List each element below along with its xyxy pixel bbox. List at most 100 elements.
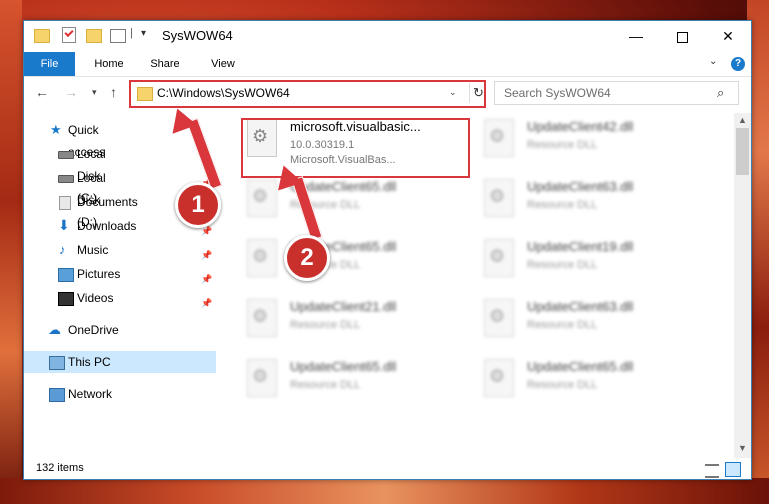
file-type: Resource DLL — [290, 319, 361, 331]
close-button[interactable]: ✕ — [705, 21, 751, 52]
annotation-marker-2: 2 — [284, 235, 330, 281]
file-name: UpdateClient42.dll — [527, 119, 634, 134]
sidebar-item-label: Documents — [77, 195, 138, 209]
file-type: Resource DLL — [290, 379, 361, 391]
navigation-pane: ★ Quick access Local Disk (C:) 📌 Local D… — [24, 113, 217, 458]
maximize-icon — [676, 31, 688, 43]
help-icon[interactable]: ? — [731, 57, 745, 71]
title-bar: | ▾ SysWOW64 — ✕ — [24, 21, 751, 52]
scroll-up-icon[interactable]: ▲ — [738, 115, 747, 125]
status-bar: 132 items — [24, 458, 751, 479]
file-tile[interactable]: UpdateClient63.dll Resource DLL — [478, 293, 703, 353]
recent-locations-icon[interactable]: ▾ — [92, 87, 97, 98]
sidebar-item-label: OneDrive — [68, 323, 119, 337]
maximize-button[interactable] — [659, 21, 705, 52]
file-tile[interactable]: UpdateClient65.dll Resource DLL — [478, 353, 703, 413]
dll-file-icon — [484, 179, 514, 217]
file-tile[interactable]: UpdateClient65.dll Resource DLL — [241, 353, 466, 413]
search-box[interactable]: Search SysWOW64 ⌕ — [494, 81, 739, 105]
pictures-icon — [58, 268, 74, 282]
back-arrow-icon[interactable]: ← — [35, 84, 49, 100]
wallpaper-left — [0, 0, 22, 504]
window-title: SysWOW64 — [162, 28, 233, 43]
file-type: Resource DLL — [527, 259, 598, 271]
details-view-icon[interactable] — [705, 464, 719, 478]
up-arrow-icon[interactable]: ↑ — [110, 84, 117, 100]
folder-icon — [137, 87, 153, 101]
address-bar[interactable]: C:\Windows\SysWOW64 ⌄ ↻ — [129, 80, 486, 108]
folder-icon — [34, 29, 50, 43]
separator-icon: | — [130, 27, 133, 39]
file-type: Resource DLL — [527, 379, 598, 391]
dll-file-icon — [247, 299, 277, 337]
toolbar-dropdown-icon[interactable]: ▾ — [141, 28, 146, 39]
file-name: UpdateClient21.dll — [290, 299, 397, 314]
sidebar-item-label: Music — [77, 243, 109, 257]
tab-home[interactable]: Home — [82, 52, 136, 76]
sidebar-item-label: Downloads — [77, 219, 137, 233]
properties-check-icon[interactable] — [62, 27, 76, 43]
pin-icon[interactable]: 📌 — [201, 268, 212, 290]
address-path: C:\Windows\SysWOW64 — [157, 86, 290, 100]
dll-file-icon — [247, 239, 277, 277]
file-name: UpdateClient19.dll — [527, 239, 634, 254]
dll-file-icon — [484, 119, 514, 157]
sidebar-item-label: Network — [68, 387, 113, 401]
sidebar-item-this-pc[interactable]: This PC — [24, 351, 216, 373]
file-tile[interactable]: UpdateClient19.dll Resource DLL — [478, 233, 703, 293]
music-icon: ♪ — [59, 242, 66, 257]
large-icons-view-icon[interactable] — [725, 462, 741, 477]
new-folder-icon[interactable] — [86, 29, 102, 43]
item-count: 132 items — [36, 462, 84, 474]
customize-toolbar-icon[interactable] — [110, 29, 126, 43]
file-type: Resource DLL — [527, 319, 598, 331]
cloud-icon: ☁ — [48, 322, 61, 337]
file-tile[interactable]: UpdateClient21.dll Resource DLL — [241, 293, 466, 353]
file-type: Resource DLL — [527, 139, 598, 151]
file-tile[interactable]: UpdateClient42.dll Resource DLL — [478, 113, 703, 173]
address-dropdown-icon[interactable]: ⌄ — [449, 87, 457, 98]
expand-ribbon-icon[interactable]: ⌄ — [709, 56, 717, 67]
dll-file-icon — [484, 299, 514, 337]
forward-arrow-icon[interactable]: → — [64, 84, 78, 100]
minimize-button[interactable]: — — [613, 21, 659, 52]
ribbon-tabs: File Home Share View ⌄ ? — [24, 52, 751, 77]
computer-icon — [49, 356, 65, 370]
pin-icon[interactable]: 📌 — [201, 244, 212, 266]
dll-file-icon — [247, 179, 277, 217]
sidebar-item-label: This PC — [68, 355, 111, 369]
download-icon: ⬇ — [58, 217, 70, 233]
disk-icon — [58, 175, 74, 183]
refresh-icon[interactable]: ↻ — [469, 83, 487, 103]
navigation-bar: ← → ▾ ↑ C:\Windows\SysWOW64 ⌄ ↻ Search S… — [24, 77, 751, 108]
file-type: Resource DLL — [527, 199, 598, 211]
scroll-thumb[interactable] — [736, 128, 749, 175]
pin-icon[interactable]: 📌 — [201, 292, 212, 314]
search-input[interactable]: Search SysWOW64 — [504, 86, 611, 100]
file-name: UpdateClient65.dll — [527, 359, 634, 374]
dll-file-icon — [484, 239, 514, 277]
star-icon: ★ — [50, 122, 62, 137]
file-name: UpdateClient63.dll — [527, 179, 634, 194]
dll-file-icon — [247, 359, 277, 397]
file-explorer-window: | ▾ SysWOW64 — ✕ File Home Share View ⌄ … — [23, 20, 752, 480]
tab-file[interactable]: File — [24, 52, 75, 76]
vertical-scrollbar[interactable]: ▲ ▼ — [734, 113, 751, 458]
annotation-marker-1: 1 — [175, 182, 221, 228]
wallpaper-bottom — [0, 478, 769, 504]
tab-view[interactable]: View — [194, 52, 252, 76]
file-tile[interactable]: UpdateClient65.dll Resource DLL — [241, 233, 466, 293]
dll-file-icon — [484, 359, 514, 397]
search-icon[interactable]: ⌕ — [717, 85, 724, 101]
disk-icon — [58, 151, 74, 159]
network-icon — [49, 388, 65, 402]
file-name: UpdateClient65.dll — [290, 359, 397, 374]
sidebar-item-label: Pictures — [77, 267, 121, 281]
file-name: UpdateClient63.dll — [527, 299, 634, 314]
sidebar-item-label: Videos — [77, 291, 114, 305]
scroll-down-icon[interactable]: ▼ — [738, 443, 747, 453]
documents-icon — [59, 196, 71, 210]
videos-icon — [58, 292, 74, 306]
file-tile[interactable]: UpdateClient63.dll Resource DLL — [478, 173, 703, 233]
tab-share[interactable]: Share — [140, 52, 190, 76]
